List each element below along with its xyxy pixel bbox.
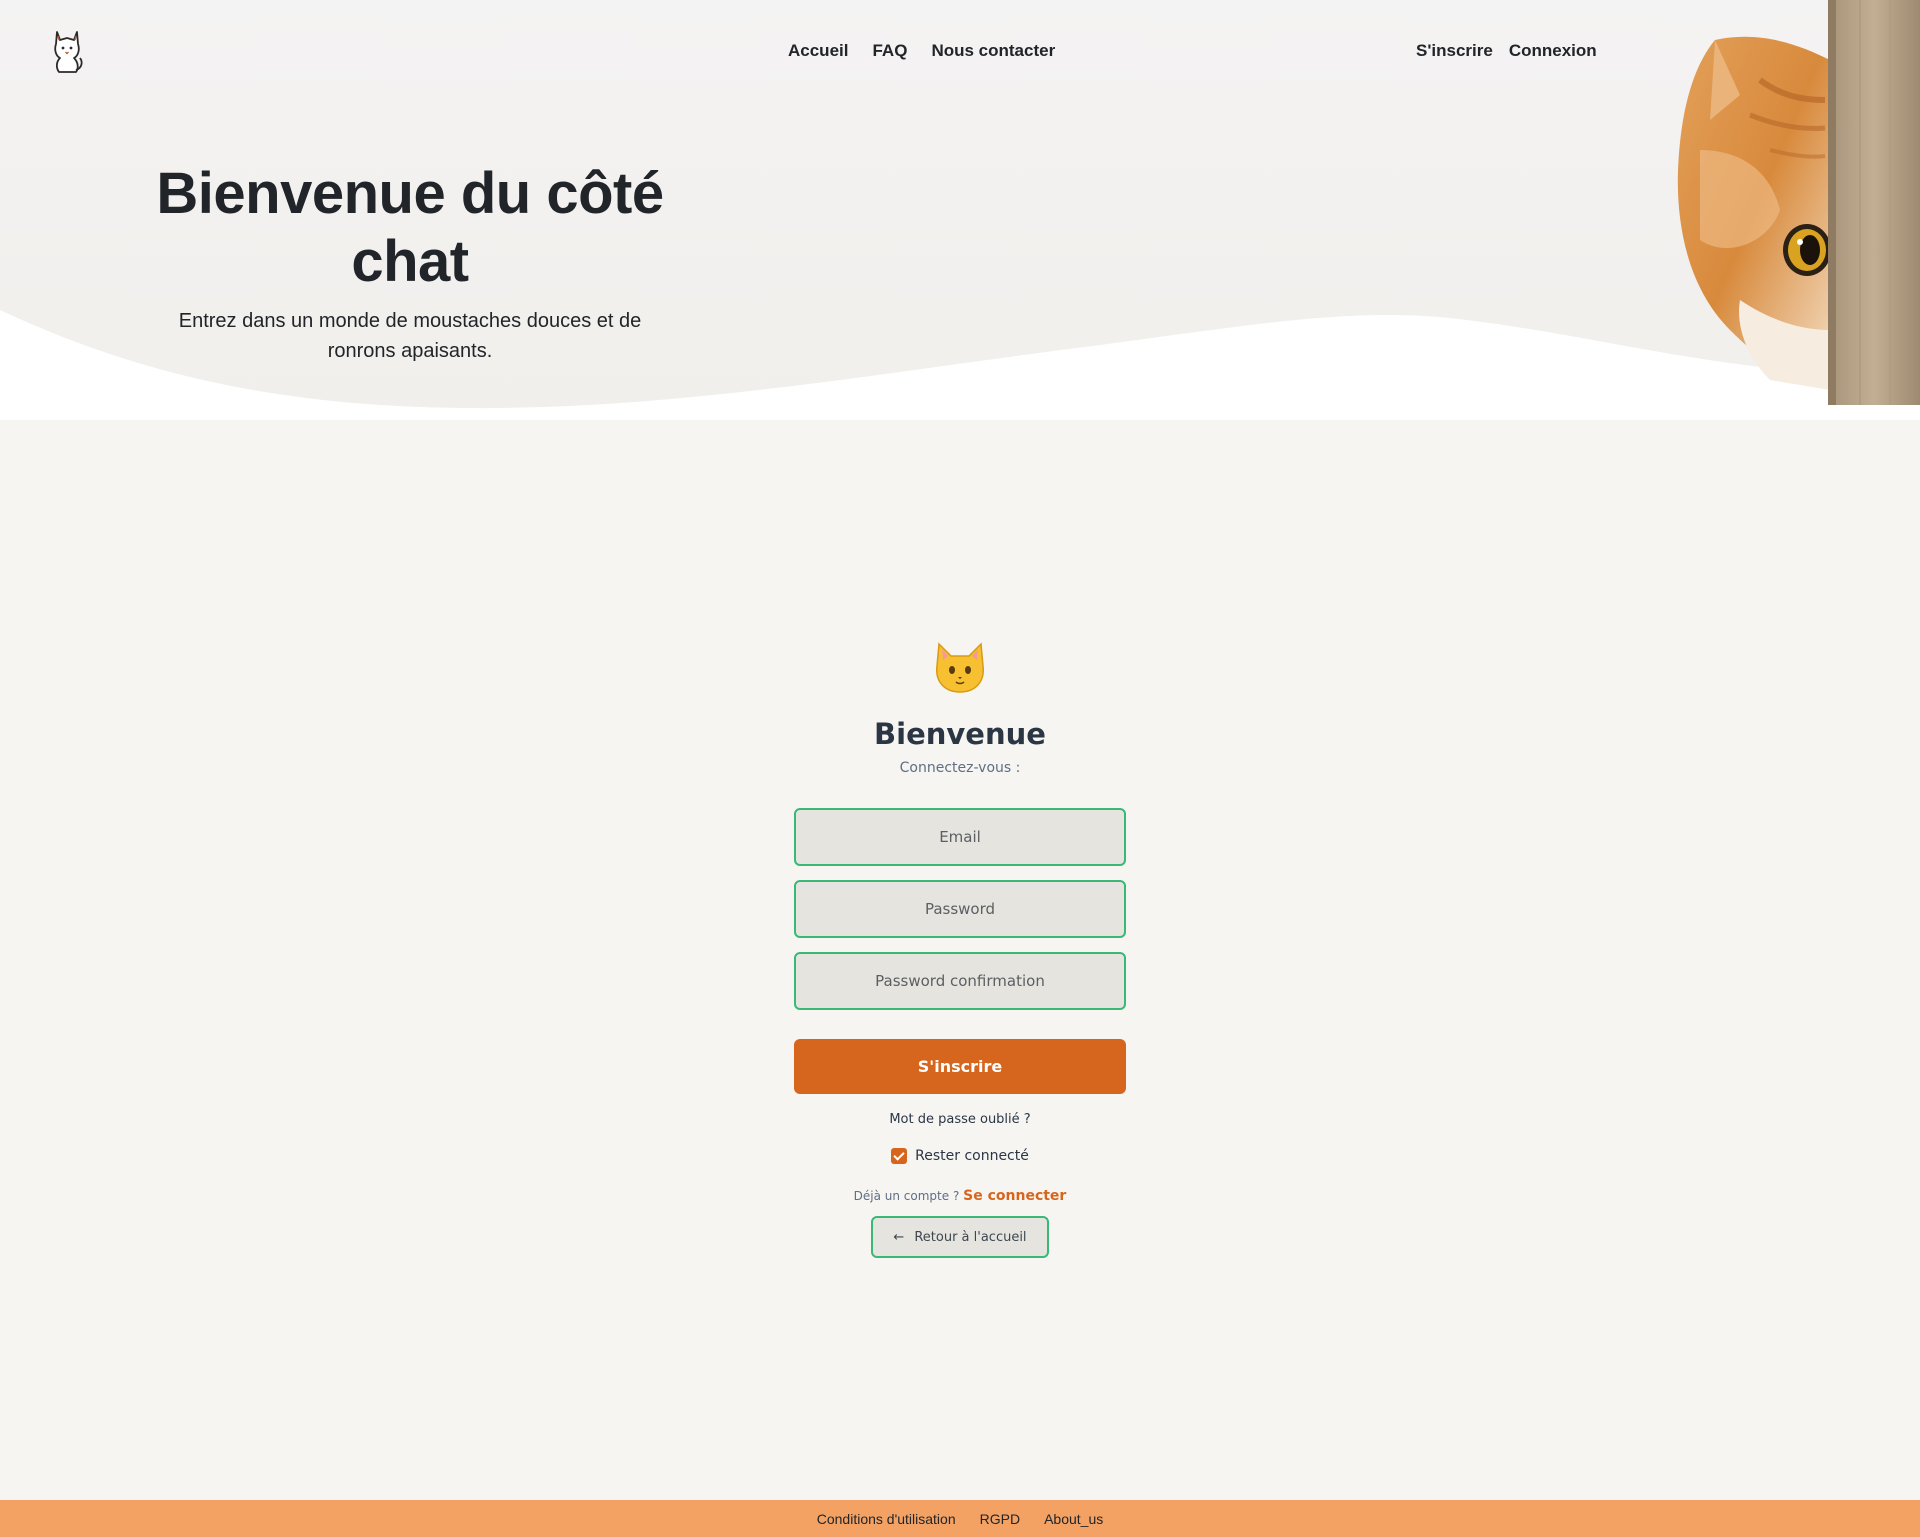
login-link[interactable]: Se connecter (963, 1188, 1066, 1204)
arrow-left-icon: ← (893, 1229, 905, 1245)
account-nav: S'inscrire Connexion (1416, 40, 1597, 62)
cat-face-emoji-icon (936, 642, 984, 693)
footer-about-link[interactable]: About_us (1044, 1511, 1103, 1527)
nav-faq[interactable]: FAQ (872, 40, 907, 62)
peeking-cat-image (1620, 0, 1920, 405)
remember-me-checkbox[interactable] (891, 1148, 908, 1164)
remember-me-label: Rester connecté (915, 1148, 1029, 1164)
footer-rgpd-link[interactable]: RGPD (980, 1511, 1020, 1527)
footer: Conditions d'utilisation RGPD About_us (0, 1500, 1920, 1537)
form-subtitle: Connectez-vous : (899, 760, 1021, 776)
nav-signup[interactable]: S'inscrire (1416, 40, 1493, 62)
remember-me: Rester connecté (794, 1148, 1126, 1164)
forgot-password-link[interactable]: Mot de passe oublié ? (889, 1112, 1030, 1127)
cat-logo-icon[interactable] (50, 28, 84, 74)
already-account-text: Déjà un compte ? Se connecter (794, 1188, 1126, 1204)
password-confirmation-field[interactable] (794, 952, 1126, 1010)
form-fields (794, 808, 1126, 1010)
signup-button[interactable]: S'inscrire (794, 1039, 1126, 1094)
back-home-button[interactable]: ← Retour à l'accueil (871, 1216, 1049, 1258)
signup-form: Bienvenue Connectez-vous : S'inscrire Mo… (794, 640, 1126, 1258)
already-account-label: Déjà un compte ? (853, 1189, 960, 1203)
hero-section: Accueil FAQ Nous contacter S'inscrire Co… (0, 0, 1920, 420)
nav-login[interactable]: Connexion (1509, 40, 1597, 62)
hero-title: Bienvenue du côté chat (156, 161, 664, 294)
nav-contact[interactable]: Nous contacter (931, 40, 1055, 62)
footer-terms-link[interactable]: Conditions d'utilisation (817, 1511, 956, 1527)
password-field[interactable] (794, 880, 1126, 938)
email-field[interactable] (794, 808, 1126, 866)
main-nav: Accueil FAQ Nous contacter (788, 40, 1055, 62)
back-home-label: Retour à l'accueil (914, 1229, 1027, 1245)
hero-subtitle: Entrez dans un monde de moustaches douce… (178, 310, 642, 362)
form-title: Bienvenue (874, 717, 1046, 751)
nav-accueil[interactable]: Accueil (788, 40, 848, 62)
